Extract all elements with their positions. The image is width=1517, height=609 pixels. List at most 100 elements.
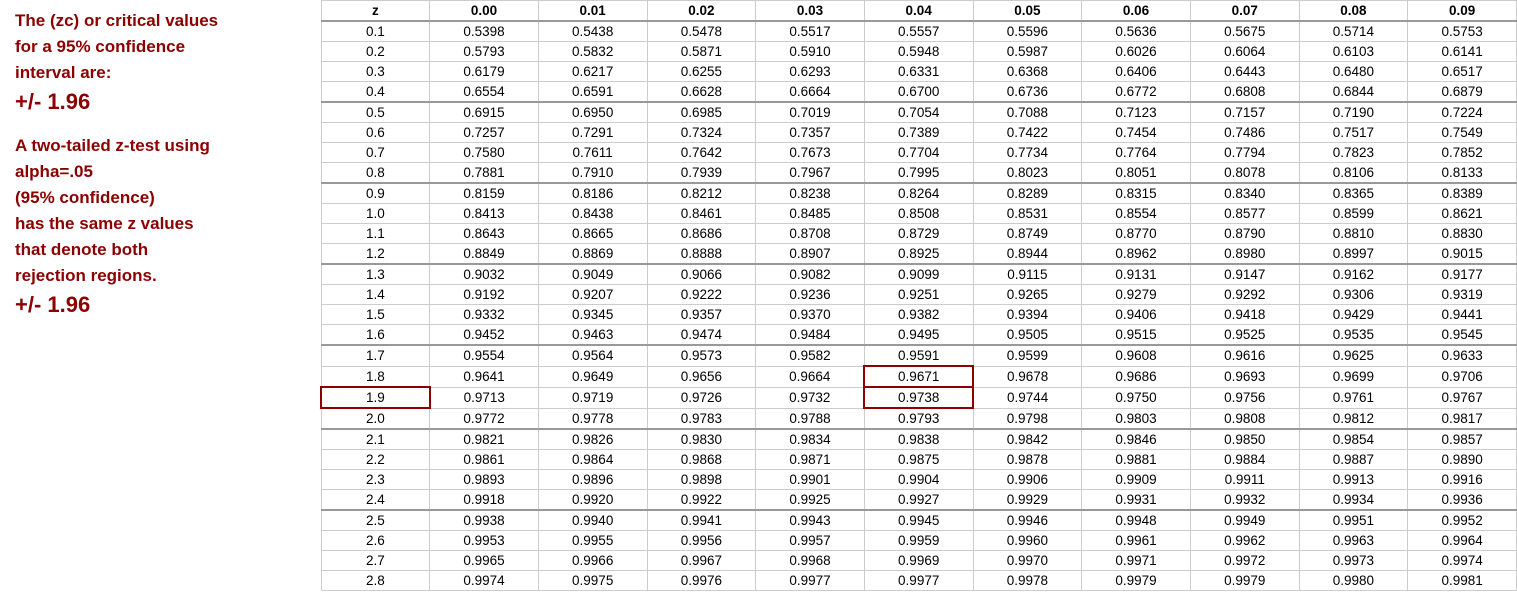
probability-cell: 0.7764 bbox=[1082, 143, 1191, 163]
table-row: 0.60.72570.72910.73240.73570.73890.74220… bbox=[321, 123, 1517, 143]
confidence-text-line2: for a 95% confidence bbox=[15, 36, 305, 58]
probability-cell: 0.5910 bbox=[756, 42, 865, 62]
probability-cell: 0.9750 bbox=[1082, 387, 1191, 408]
z-value-cell: 2.1 bbox=[321, 429, 430, 450]
ztest-line2: alpha=.05 bbox=[15, 161, 305, 183]
probability-cell: 0.7611 bbox=[538, 143, 647, 163]
probability-cell: 0.9922 bbox=[647, 490, 756, 511]
probability-cell: 0.9756 bbox=[1190, 387, 1299, 408]
probability-cell: 0.9979 bbox=[1082, 571, 1191, 591]
probability-cell: 0.7642 bbox=[647, 143, 756, 163]
table-row: 2.60.99530.99550.99560.99570.99590.99600… bbox=[321, 531, 1517, 551]
probability-cell: 0.9931 bbox=[1082, 490, 1191, 511]
probability-cell: 0.9726 bbox=[647, 387, 756, 408]
table-row: 0.40.65540.65910.66280.66640.67000.67360… bbox=[321, 82, 1517, 103]
probability-cell: 0.9850 bbox=[1190, 429, 1299, 450]
probability-cell: 0.9616 bbox=[1190, 345, 1299, 366]
table-row: 2.80.99740.99750.99760.99770.99770.99780… bbox=[321, 571, 1517, 591]
probability-cell: 0.7422 bbox=[973, 123, 1082, 143]
probability-cell: 0.7704 bbox=[864, 143, 973, 163]
probability-cell: 0.6064 bbox=[1190, 42, 1299, 62]
probability-cell: 0.8078 bbox=[1190, 163, 1299, 184]
z-value-cell: 1.5 bbox=[321, 305, 430, 325]
probability-cell: 0.7517 bbox=[1299, 123, 1408, 143]
probability-cell: 0.9265 bbox=[973, 285, 1082, 305]
probability-cell: 0.7224 bbox=[1408, 102, 1517, 123]
z-value-cell: 0.6 bbox=[321, 123, 430, 143]
decimal-col-header: 0.04 bbox=[864, 1, 973, 22]
probability-cell: 0.9953 bbox=[430, 531, 539, 551]
probability-cell: 0.9686 bbox=[1082, 366, 1191, 387]
probability-cell: 0.6217 bbox=[538, 62, 647, 82]
probability-cell: 0.9564 bbox=[538, 345, 647, 366]
probability-cell: 0.9693 bbox=[1190, 366, 1299, 387]
probability-cell: 0.6879 bbox=[1408, 82, 1517, 103]
probability-cell: 0.7995 bbox=[864, 163, 973, 184]
ztest-line1: A two-tailed z-test using bbox=[15, 135, 305, 157]
decimal-col-header: 0.07 bbox=[1190, 1, 1299, 22]
probability-cell: 0.9963 bbox=[1299, 531, 1408, 551]
probability-cell: 0.9938 bbox=[430, 510, 539, 531]
probability-cell: 0.9881 bbox=[1082, 450, 1191, 470]
probability-cell: 0.9952 bbox=[1408, 510, 1517, 531]
probability-cell: 0.9713 bbox=[430, 387, 539, 408]
ztest-line5: that denote both bbox=[15, 239, 305, 261]
probability-cell: 0.9306 bbox=[1299, 285, 1408, 305]
probability-cell: 0.9441 bbox=[1408, 305, 1517, 325]
probability-cell: 0.9032 bbox=[430, 264, 539, 285]
probability-cell: 0.9927 bbox=[864, 490, 973, 511]
z-value-cell: 1.2 bbox=[321, 244, 430, 265]
probability-cell: 0.9495 bbox=[864, 325, 973, 346]
probability-cell: 0.9162 bbox=[1299, 264, 1408, 285]
probability-cell: 0.6808 bbox=[1190, 82, 1299, 103]
decimal-col-header: 0.00 bbox=[430, 1, 539, 22]
probability-cell: 0.9932 bbox=[1190, 490, 1299, 511]
probability-cell: 0.9649 bbox=[538, 366, 647, 387]
table-row: 1.20.88490.88690.88880.89070.89250.89440… bbox=[321, 244, 1517, 265]
probability-cell: 0.8389 bbox=[1408, 183, 1517, 204]
probability-cell: 0.6985 bbox=[647, 102, 756, 123]
probability-cell: 0.8508 bbox=[864, 204, 973, 224]
probability-cell: 0.7123 bbox=[1082, 102, 1191, 123]
probability-cell: 0.7157 bbox=[1190, 102, 1299, 123]
probability-cell: 0.9920 bbox=[538, 490, 647, 511]
z-value-cell: 1.8 bbox=[321, 366, 430, 387]
table-row: 1.00.84130.84380.84610.84850.85080.85310… bbox=[321, 204, 1517, 224]
probability-cell: 0.9554 bbox=[430, 345, 539, 366]
probability-cell: 0.9332 bbox=[430, 305, 539, 325]
table-row: 0.30.61790.62170.62550.62930.63310.63680… bbox=[321, 62, 1517, 82]
probability-cell: 0.9941 bbox=[647, 510, 756, 531]
table-row: 2.10.98210.98260.98300.98340.98380.98420… bbox=[321, 429, 1517, 450]
probability-cell: 0.9463 bbox=[538, 325, 647, 346]
probability-cell: 0.9429 bbox=[1299, 305, 1408, 325]
probability-cell: 0.8554 bbox=[1082, 204, 1191, 224]
probability-cell: 0.9345 bbox=[538, 305, 647, 325]
probability-cell: 0.9974 bbox=[430, 571, 539, 591]
probability-cell: 0.9292 bbox=[1190, 285, 1299, 305]
probability-cell: 0.6700 bbox=[864, 82, 973, 103]
probability-cell: 0.6406 bbox=[1082, 62, 1191, 82]
probability-cell: 0.5675 bbox=[1190, 21, 1299, 42]
probability-cell: 0.9535 bbox=[1299, 325, 1408, 346]
probability-cell: 0.7324 bbox=[647, 123, 756, 143]
table-row: 2.00.97720.97780.97830.97880.97930.97980… bbox=[321, 408, 1517, 429]
probability-cell: 0.6331 bbox=[864, 62, 973, 82]
probability-cell: 0.6664 bbox=[756, 82, 865, 103]
probability-cell: 0.8599 bbox=[1299, 204, 1408, 224]
z-value-cell: 1.3 bbox=[321, 264, 430, 285]
probability-cell: 0.9826 bbox=[538, 429, 647, 450]
z-value-cell: 0.9 bbox=[321, 183, 430, 204]
probability-cell: 0.7881 bbox=[430, 163, 539, 184]
ztest-line6: rejection regions. bbox=[15, 265, 305, 287]
probability-cell: 0.9890 bbox=[1408, 450, 1517, 470]
probability-cell: 0.9864 bbox=[538, 450, 647, 470]
probability-cell: 0.8790 bbox=[1190, 224, 1299, 244]
probability-cell: 0.9608 bbox=[1082, 345, 1191, 366]
probability-cell: 0.8665 bbox=[538, 224, 647, 244]
probability-cell: 0.9913 bbox=[1299, 470, 1408, 490]
probability-cell: 0.9484 bbox=[756, 325, 865, 346]
probability-cell: 0.9545 bbox=[1408, 325, 1517, 346]
probability-cell: 0.5871 bbox=[647, 42, 756, 62]
z-value-cell: 2.4 bbox=[321, 490, 430, 511]
probability-cell: 0.8888 bbox=[647, 244, 756, 265]
